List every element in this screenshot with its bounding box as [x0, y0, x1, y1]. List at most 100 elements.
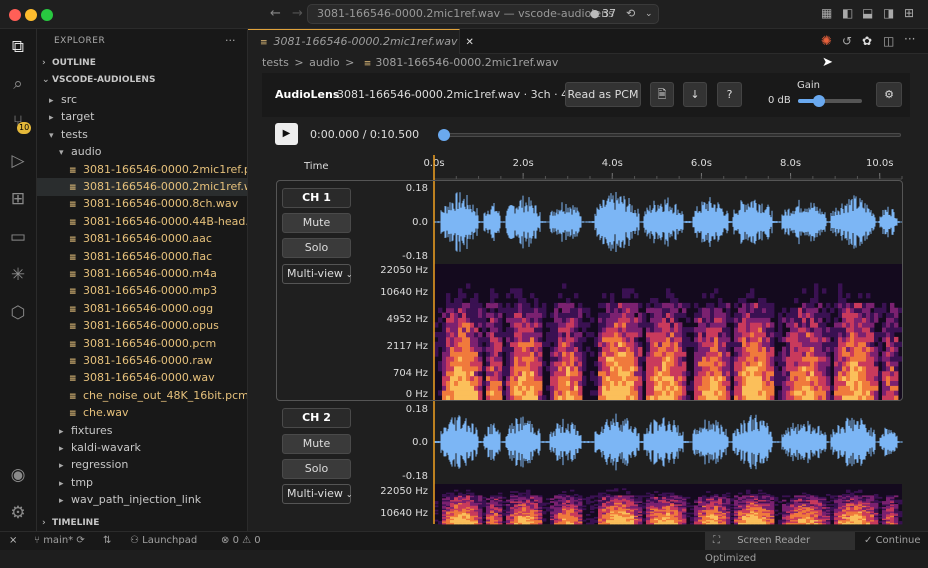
toggle-panel-icon[interactable]: ⬓ — [862, 6, 873, 20]
settings-gear-icon[interactable]: ⚙ — [8, 503, 28, 523]
folder-item[interactable]: ▾ audio — [37, 143, 247, 161]
file-label: 3081-166546-0000.mp3 — [83, 284, 218, 298]
more-actions-icon[interactable]: ··· — [904, 32, 915, 46]
workspace-root[interactable]: ⌄ VSCODE-AUDIOLENS — [37, 72, 247, 90]
customize-layout-icon[interactable]: ▦ — [821, 6, 832, 20]
file-label: 3081-166546-0000.flac — [83, 249, 213, 263]
folder-label: tmp — [71, 475, 94, 489]
file-item[interactable]: ≡ 3081-166546-0000.ogg — [37, 300, 247, 318]
dirty-dot-icon: ● — [590, 7, 600, 20]
channel-2-solo-button[interactable]: Solo — [282, 459, 351, 479]
extensions-icon[interactable]: ⊞ — [8, 189, 28, 209]
branch-indicator[interactable]: ⑂ main* ⟳ — [34, 532, 85, 550]
breadcrumb-item[interactable]: 3081-166546-0000.2mic1ref.wav — [375, 56, 558, 69]
chat-icon[interactable]: ⟲ — [626, 5, 635, 23]
openai-icon[interactable]: ✿ — [862, 34, 872, 48]
remote-icon[interactable]: ▭ — [8, 227, 28, 247]
title-bar: ← → 3081-166546-0000.2mic1ref.wav — vsco… — [0, 0, 928, 29]
file-item[interactable]: ≡ che_noise_out_48K_16bit.pcm — [37, 387, 247, 405]
channel-1-view-select[interactable]: Multi-view ⌄ — [282, 264, 353, 284]
file-item[interactable]: ≡3081-166546-0000.2mic1ref.pcm — [37, 161, 247, 179]
chevron-down-icon[interactable]: ⌄ — [645, 5, 653, 23]
seek-bar-thumb[interactable] — [438, 129, 450, 141]
file-item[interactable]: ≡ 3081-166546-0000.8ch.wav — [37, 195, 247, 213]
time-tick-label: 2.0s — [513, 158, 534, 169]
run-debug-icon[interactable]: ▷ — [8, 151, 28, 171]
channel-1-solo-button[interactable]: Solo — [282, 238, 351, 258]
file-item[interactable]: ≡ 3081-166546-0000.aac — [37, 230, 247, 248]
layout-grid-icon[interactable]: ⊞ — [904, 6, 914, 20]
claude-sparkle-icon[interactable]: ✺ — [821, 34, 832, 49]
zoom-window-button[interactable] — [41, 9, 53, 21]
command-center[interactable]: 3081-166546-0000.2mic1ref.wav — vscode-a… — [307, 4, 659, 24]
toggle-primary-sidebar-icon[interactable]: ◧ — [842, 6, 853, 20]
settings-gear-icon[interactable]: ⚙ — [876, 82, 902, 107]
mouse-cursor-icon: ➤ — [822, 55, 833, 70]
breadcrumb-separator: > — [294, 56, 304, 69]
file-item[interactable]: ≡3081-166546-0000.44B-head.wav — [37, 213, 247, 231]
file-item[interactable]: ≡ 3081-166546-0000.mp3 — [37, 282, 247, 300]
channel-2-amp-label: 0.18 — [406, 404, 428, 415]
channel-1-mute-button[interactable]: Mute — [282, 213, 351, 233]
history-icon[interactable]: ↺ — [842, 34, 852, 48]
split-editor-icon[interactable]: ◫ — [883, 34, 894, 48]
download-icon[interactable]: ↓ — [683, 82, 707, 107]
time-tick-label: 4.0s — [602, 158, 623, 169]
search-icon[interactable]: ⌕ — [8, 74, 28, 94]
folder-item[interactable]: ▸ kaldi-wavark — [37, 439, 247, 457]
folder-item[interactable]: ▸ wav_path_injection_link — [37, 491, 247, 509]
explorer-sidebar: EXPLORER ··· › OUTLINE ⌄ VSCODE-AUDIOLENS … — [37, 29, 248, 531]
launchpad-item[interactable]: ⚇ Launchpad — [130, 532, 197, 550]
account-icon[interactable]: ◉ — [8, 465, 28, 485]
file-item[interactable]: ≡ che.wav — [37, 404, 247, 422]
file-item[interactable]: ≡ 3081-166546-0000.flac — [37, 248, 247, 266]
gain-slider-thumb[interactable] — [813, 95, 826, 107]
close-tab-icon[interactable]: ✕ — [466, 37, 474, 48]
folder-label: kaldi-wavark — [71, 441, 141, 454]
folder-item[interactable]: ▸ target — [37, 108, 247, 126]
folder-item[interactable]: ▸ tmp — [37, 474, 247, 492]
sync-status-icon[interactable]: ⇅ — [103, 532, 111, 550]
remote-indicator-icon[interactable]: ⨯ — [9, 532, 17, 550]
close-window-button[interactable] — [9, 9, 21, 21]
channel-2-view-select[interactable]: Multi-view ⌄ — [282, 484, 353, 504]
back-arrow-icon[interactable]: ← — [270, 6, 281, 21]
timeline-section[interactable]: › TIMELINE — [37, 515, 247, 531]
more-actions-icon[interactable]: ··· — [225, 34, 236, 47]
folder-item[interactable]: ▸ fixtures — [37, 422, 247, 440]
breadcrumb-item[interactable]: tests — [262, 56, 289, 69]
file-item[interactable]: ≡ 3081-166546-0000.m4a — [37, 265, 247, 283]
editor-tab[interactable]: ≡ 3081-166546-0000.2mic1ref.wav ✕ — [248, 29, 474, 54]
accessibility-icon: ⛶ — [713, 535, 720, 546]
folder-item[interactable]: ▸ src — [37, 91, 247, 109]
toggle-secondary-sidebar-icon[interactable]: ◨ — [883, 6, 894, 20]
file-item[interactable]: ≡ 3081-166546-0000.pcm — [37, 335, 247, 353]
file-item[interactable]: ≡ 3081-166546-0000.2mic1ref.wav — [37, 178, 247, 196]
folder-label: target — [61, 110, 95, 124]
file-item[interactable]: ≡ 3081-166546-0000.wav — [37, 369, 247, 387]
continue-item[interactable]: ✓ Continue — [864, 532, 921, 550]
sparkle-icon[interactable]: ✳ — [8, 265, 28, 285]
folder-label: wav_path_injection_link — [71, 493, 202, 507]
forward-arrow-icon[interactable]: → — [292, 6, 303, 21]
seek-bar-track — [440, 133, 901, 137]
seek-bar[interactable] — [438, 129, 901, 141]
gain-slider[interactable] — [798, 95, 862, 107]
explorer-icon[interactable]: ⧉ — [8, 37, 28, 57]
minimize-window-button[interactable] — [25, 9, 37, 21]
play-button[interactable]: ▶ — [275, 123, 298, 145]
document-icon[interactable]: 🗎 — [650, 82, 674, 107]
read-as-pcm-button[interactable]: Read as PCM — [565, 82, 641, 107]
breadcrumb-item[interactable]: audio — [309, 56, 339, 69]
file-item[interactable]: ≡ 3081-166546-0000.opus — [37, 317, 247, 335]
launchpad-icon: ⚇ — [130, 535, 139, 546]
help-icon[interactable]: ? — [717, 82, 742, 107]
screen-reader-item[interactable]: ⛶ Screen Reader Optimized — [705, 532, 855, 564]
outline-section[interactable]: › OUTLINE — [37, 55, 247, 73]
channel-2-mute-button[interactable]: Mute — [282, 434, 351, 454]
file-item[interactable]: ≡ 3081-166546-0000.raw — [37, 352, 247, 370]
folder-item[interactable]: ▾ tests — [37, 126, 247, 144]
package-icon[interactable]: ⬡ — [8, 303, 28, 323]
problems-item[interactable]: ⊗ 0 ⚠ 0 — [221, 532, 261, 550]
folder-item[interactable]: ▸ regression — [37, 456, 247, 474]
